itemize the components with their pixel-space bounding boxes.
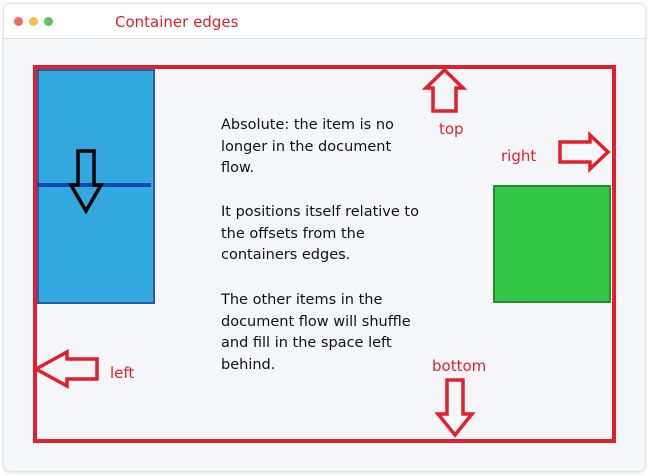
top-edge-label: top [439, 120, 464, 138]
bottom-arrow-icon [434, 378, 476, 438]
description-paragraph: It positions itself relative to the offs… [221, 204, 419, 263]
bottom-edge-label: bottom [432, 357, 487, 375]
item-down-arrow-icon [67, 149, 105, 215]
description-paragraph: The other items in the document flow wil… [221, 292, 411, 373]
description-paragraph: Absolute: the item is no longer in the d… [221, 117, 394, 176]
right-arrow-icon [558, 130, 611, 174]
left-edge-label: left [110, 364, 135, 382]
right-edge-label: right [501, 147, 537, 165]
top-arrow-icon [421, 67, 468, 113]
left-arrow-icon [32, 349, 99, 389]
